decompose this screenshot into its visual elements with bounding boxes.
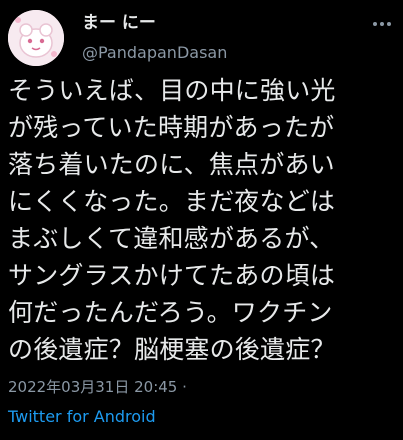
display-name[interactable]: まー にー [82, 12, 227, 34]
avatar[interactable] [8, 10, 64, 66]
more-horizontal-icon[interactable] [371, 14, 393, 34]
tweet-source-link[interactable]: Twitter for Android [8, 406, 156, 428]
tweet-text: そういえば、目の中に強い光 が残っていた時期があったが 落ち着いたのに、焦点があ… [8, 76, 336, 364]
author-names: まー にー @PandapanDasan [82, 12, 227, 64]
user-handle[interactable]: @PandapanDasan [82, 42, 227, 64]
tweet-header: まー にー @PandapanDasan [8, 10, 395, 66]
tweet-timestamp[interactable]: 2022年03月31日 20:45 · [8, 377, 187, 397]
